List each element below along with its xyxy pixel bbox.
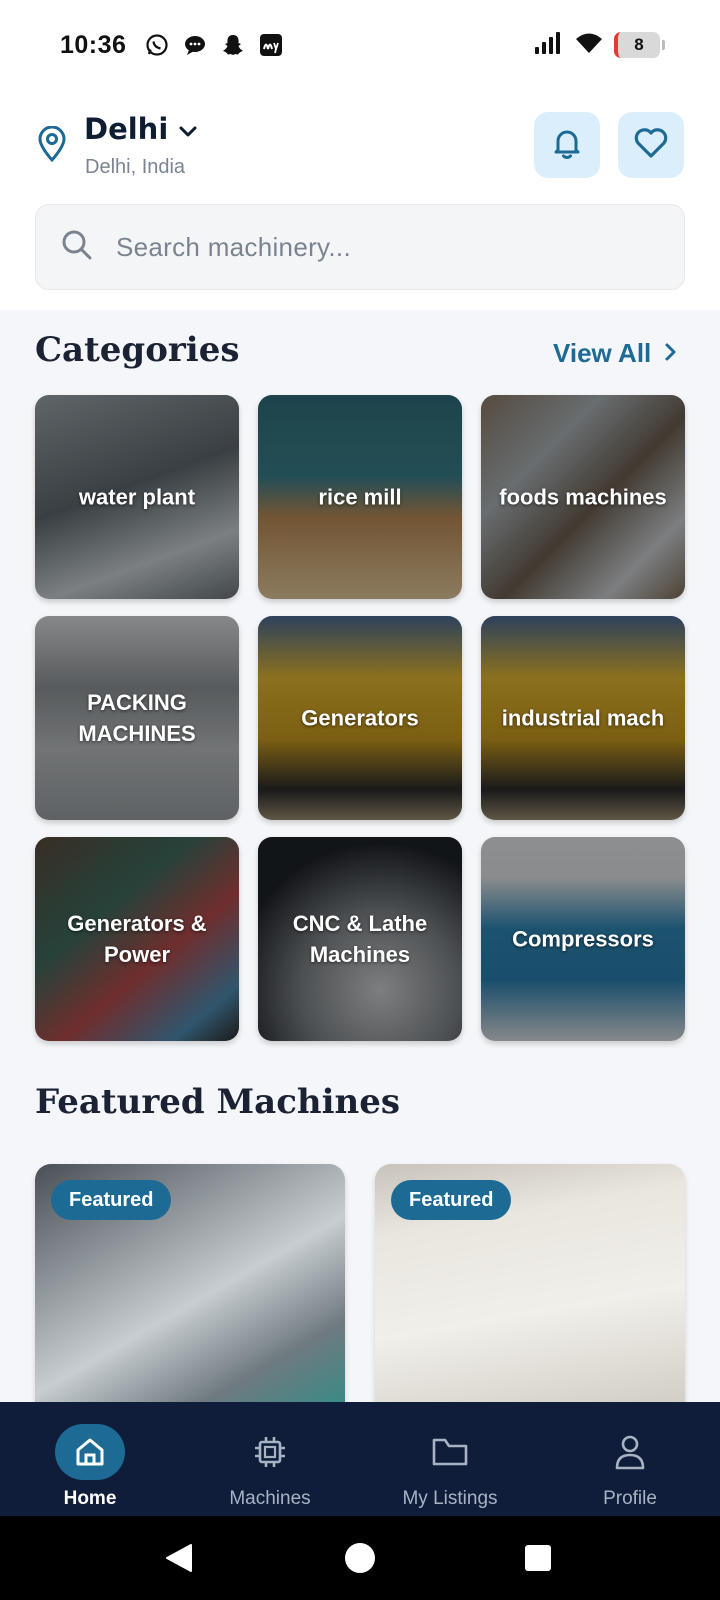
battery-icon: 8 — [614, 32, 665, 58]
my-app-icon — [258, 32, 284, 58]
view-all-link[interactable]: View All — [553, 338, 677, 369]
category-label: Generators & Power — [67, 911, 207, 967]
category-tile-rice-mill[interactable]: rice mill — [258, 395, 462, 599]
location-selector[interactable]: Delhi — [84, 112, 198, 146]
nav-item-machines[interactable]: Machines — [180, 1402, 360, 1516]
search-placeholder: Search machinery... — [116, 231, 351, 262]
status-bar: 10:36 8 — [0, 0, 720, 90]
nav-item-profile[interactable]: Profile — [540, 1402, 720, 1516]
region-text: Delhi, India — [85, 156, 186, 178]
snapchat-icon — [220, 32, 246, 58]
favorites-button[interactable] — [618, 112, 684, 178]
user-icon — [595, 1424, 665, 1480]
notifications-button[interactable] — [534, 112, 600, 178]
category-label: rice mill — [318, 484, 402, 510]
category-label: CNC & Lathe Machines — [292, 911, 428, 967]
categories-title: Categories — [35, 330, 240, 370]
category-tile-generators-power[interactable]: Generators & Power — [35, 837, 239, 1041]
home-circle-icon[interactable] — [344, 1542, 376, 1579]
category-label: foods machines — [499, 484, 667, 510]
category-label: Generators — [301, 705, 419, 731]
category-tile-packing-machines[interactable]: PACKING MACHINES — [35, 616, 239, 820]
status-time: 10:36 — [60, 30, 127, 59]
featured-badge: Featured — [51, 1180, 172, 1220]
chevron-down-icon — [178, 112, 198, 146]
category-tile-generators[interactable]: Generators — [258, 616, 462, 820]
nav-item-home[interactable]: Home — [0, 1402, 180, 1516]
featured-card[interactable]: Featured — [375, 1164, 685, 1404]
nav-label: Machines — [229, 1488, 311, 1509]
location-pin-icon — [36, 125, 68, 167]
nav-item-my-listings[interactable]: My Listings — [360, 1402, 540, 1516]
chat-bubble-icon — [182, 32, 208, 58]
category-tile-industrial-machines[interactable]: industrial mach — [481, 616, 685, 820]
heart-icon — [632, 125, 670, 166]
status-right: 8 — [534, 31, 665, 60]
back-icon[interactable] — [163, 1542, 195, 1579]
category-label: industrial mach — [501, 705, 665, 731]
featured-title: Featured Machines — [35, 1082, 401, 1122]
signal-icon — [534, 31, 564, 60]
wifi-icon — [574, 31, 604, 60]
category-label: Compressors — [512, 926, 654, 952]
category-tile-water-plant[interactable]: water plant — [35, 395, 239, 599]
city-name: Delhi — [84, 112, 169, 146]
search-input[interactable]: Search machinery... — [35, 204, 685, 290]
nav-label: Profile — [603, 1488, 657, 1509]
featured-badge: Featured — [391, 1180, 512, 1220]
recents-icon[interactable] — [524, 1544, 552, 1577]
category-tile-foods-machines[interactable]: foods machines — [481, 395, 685, 599]
nav-label: Home — [63, 1488, 117, 1509]
category-tile-compressors[interactable]: Compressors — [481, 837, 685, 1041]
nav-label: My Listings — [402, 1488, 498, 1509]
view-all-label: View All — [553, 338, 652, 368]
whatsapp-icon — [144, 32, 170, 58]
category-label: water plant — [78, 484, 196, 510]
system-navigation-bar — [0, 1516, 720, 1600]
bottom-navigation: Home Machines My Listings Profile — [0, 1402, 720, 1516]
chip-icon — [235, 1424, 305, 1480]
folder-icon — [415, 1424, 485, 1480]
featured-card[interactable]: Featured — [35, 1164, 345, 1404]
home-icon — [55, 1424, 125, 1480]
chevron-right-icon — [665, 338, 677, 369]
category-tile-cnc-lathe[interactable]: CNC & Lathe Machines — [258, 837, 462, 1041]
bell-icon — [549, 125, 585, 166]
status-left: 10:36 — [60, 31, 284, 60]
category-label: PACKING MACHINES — [78, 690, 196, 746]
search-icon — [60, 228, 94, 267]
